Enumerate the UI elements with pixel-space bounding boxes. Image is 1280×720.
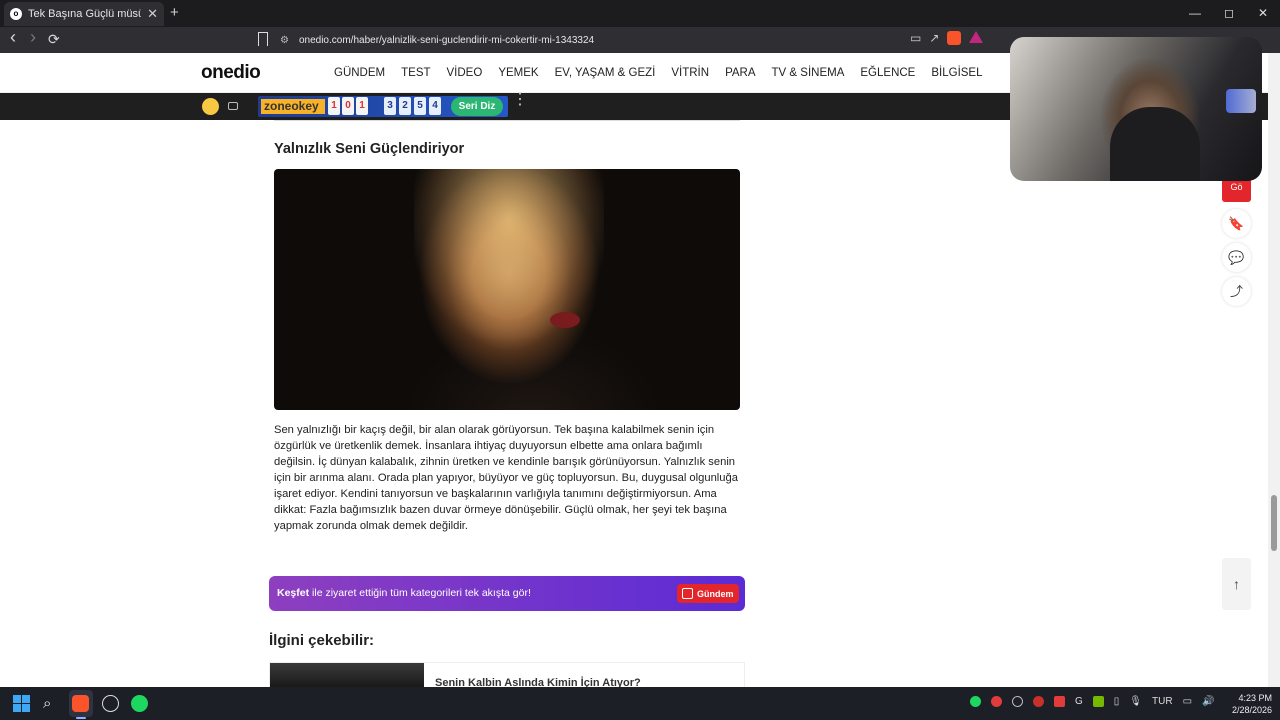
article-body-text: Sen yalnızlığı bir kaçış değil, bir alan…: [274, 424, 738, 532]
webcam-person: [1110, 107, 1200, 181]
comments-icon[interactable]: 💬: [1222, 243, 1251, 272]
search-icon[interactable]: ⌕: [43, 695, 60, 712]
url-text: onedio.com/haber/yalnizlik-seni-guclendi…: [298, 34, 595, 46]
more-options-icon[interactable]: ⋮: [512, 92, 528, 108]
gundem-pill-label: Gündem: [697, 588, 734, 599]
kesfet-text: Keşfet ile ziyaret ettiğin tüm kategoril…: [277, 587, 531, 599]
okey-tile: 0: [342, 97, 354, 115]
microphone-icon[interactable]: 🎙: [1129, 696, 1142, 707]
related-heading: İlgini çekebilir:: [269, 632, 375, 649]
brave-shields-icon[interactable]: [947, 31, 962, 45]
clock-time: 4:23 PM: [1238, 693, 1272, 703]
new-tab-button[interactable]: +: [170, 4, 179, 21]
minimize-button[interactable]: —: [1178, 0, 1212, 27]
tray-app-icon[interactable]: [1012, 696, 1023, 707]
forward-button[interactable]: ›: [30, 27, 36, 48]
webcam-overlay: [1010, 37, 1262, 181]
clock-date: 2/28/2026: [1231, 705, 1272, 715]
site-logo[interactable]: onedio: [201, 62, 261, 84]
kesfet-banner[interactable]: Keşfet ile ziyaret ettiğin tüm kategoril…: [269, 576, 745, 611]
system-tray: G ▯ 🎙 TUR ▭ 🔊: [970, 696, 1214, 707]
nav-item-video[interactable]: VİDEO: [447, 67, 483, 79]
spotify-icon[interactable]: [131, 695, 148, 712]
related-article-title: Senin Kalbin Aslında Kimin İçin Atıyor?: [435, 677, 641, 687]
window-controls: — ◻ ✕: [1178, 0, 1280, 27]
close-window-button[interactable]: ✕: [1246, 0, 1280, 27]
taskbar: ⌕ G ▯ 🎙 TUR ▭ 🔊 4:23 PM 2/28/2026: [0, 687, 1280, 720]
share-page-icon[interactable]: ↗: [929, 31, 939, 45]
tray-app-icon[interactable]: [991, 696, 1002, 707]
okey-tile: 2: [399, 97, 411, 115]
nav-item-eglence[interactable]: EĞLENCE: [860, 67, 915, 79]
okey-tile: 1: [328, 97, 340, 115]
nav-item-yemek[interactable]: YEMEK: [498, 67, 538, 79]
page-scrollbar[interactable]: [1268, 53, 1280, 687]
gundem-icon: [682, 588, 693, 599]
site-settings-icon[interactable]: ⚙: [280, 35, 289, 46]
app-ring-icon[interactable]: [102, 695, 119, 712]
volume-icon[interactable]: 🔊: [1202, 696, 1214, 707]
ad-badge-icon: [228, 102, 238, 110]
nav-item-bilgisel[interactable]: BİLGİSEL: [931, 67, 982, 79]
game-icon[interactable]: [202, 98, 219, 115]
article-image: [274, 169, 740, 410]
tray-app-icon[interactable]: G: [1075, 696, 1083, 707]
active-indicator: [76, 717, 86, 719]
browser-tab-bar: o Tek Başına Güçlü müsün? - One ✕ + — ◻ …: [0, 0, 1280, 27]
scroll-to-top-button[interactable]: ↑: [1222, 558, 1251, 610]
image-detail: [550, 312, 580, 328]
okey-tile: 5: [414, 97, 426, 115]
network-icon[interactable]: ▭: [1183, 696, 1192, 707]
maximize-button[interactable]: ◻: [1212, 0, 1246, 27]
clock[interactable]: 4:23 PM 2/28/2026: [1226, 692, 1272, 716]
share-icon[interactable]: ⤴: [1222, 277, 1251, 306]
brave-browser-icon[interactable]: [72, 695, 89, 712]
scrollbar-thumb[interactable]: [1271, 495, 1277, 551]
reload-button[interactable]: ⟳: [48, 31, 60, 48]
spotify-tray-icon[interactable]: [970, 696, 981, 707]
related-thumbnail: [270, 663, 424, 687]
url-field[interactable]: ⚙ onedio.com/haber/yalnizlik-seni-guclen…: [280, 31, 1000, 49]
okey-tile: 4: [429, 97, 441, 115]
nav-item-tv-sinema[interactable]: TV & SİNEMA: [772, 67, 845, 79]
zoneokey-banner[interactable]: zoneokey 1 0 1 3 2 5 4 Seri Diz: [258, 96, 508, 117]
record-icon[interactable]: [1054, 696, 1065, 707]
okey-tile: 1: [356, 97, 368, 115]
language-indicator[interactable]: TUR: [1152, 696, 1173, 707]
webcam-light: [1226, 89, 1256, 113]
cast-icon[interactable]: ▭: [910, 31, 921, 45]
okey-tiles-blue: 3 2 5 4: [384, 97, 441, 115]
address-bar-icons: ▭ ↗: [910, 31, 984, 45]
nav-item-test[interactable]: TEST: [401, 67, 430, 79]
kesfet-rest: ile ziyaret ettiğin tüm kategorileri tek…: [309, 587, 531, 599]
nav-item-para[interactable]: PARA: [725, 67, 755, 79]
tray-app-icon[interactable]: [1033, 696, 1044, 707]
nav-item-gundem[interactable]: GÜNDEM: [334, 67, 385, 79]
divider: [274, 120, 740, 121]
nav-item-ev-yasam-gezi[interactable]: EV, YAŞAM & GEZİ: [555, 67, 656, 79]
article-section-title: Yalnızlık Seni Güçlendiriyor: [274, 141, 465, 157]
okey-tile: 3: [384, 97, 396, 115]
tab-title: Tek Başına Güçlü müsün? - One: [28, 8, 141, 20]
seri-diz-button[interactable]: Seri Diz: [451, 97, 503, 116]
kesfet-bold: Keşfet: [277, 587, 310, 599]
related-article-card[interactable]: Senin Kalbin Aslında Kimin İçin Atıyor?: [269, 662, 745, 687]
battery-icon[interactable]: ▯: [1114, 696, 1120, 707]
main-navigation: GÜNDEM TEST VİDEO YEMEK EV, YAŞAM & GEZİ…: [334, 67, 983, 79]
bookmark-icon[interactable]: [258, 32, 268, 46]
nvidia-icon[interactable]: [1092, 696, 1104, 707]
gundem-pill-button[interactable]: Gündem: [677, 584, 739, 603]
tab-close-icon[interactable]: ✕: [147, 6, 158, 22]
save-bookmark-icon[interactable]: 🔖: [1222, 209, 1251, 238]
brave-rewards-icon[interactable]: [969, 31, 984, 43]
onedio-favicon-icon: o: [10, 8, 22, 20]
okey-tiles-red: 1 0 1: [328, 97, 368, 115]
back-button[interactable]: ‹: [10, 27, 16, 48]
nav-item-vitrin[interactable]: VİTRİN: [671, 67, 709, 79]
zoneokey-logo: zoneokey: [261, 99, 325, 114]
windows-start-icon[interactable]: [13, 695, 30, 712]
browser-tab[interactable]: o Tek Başına Güçlü müsün? - One ✕: [4, 2, 164, 26]
